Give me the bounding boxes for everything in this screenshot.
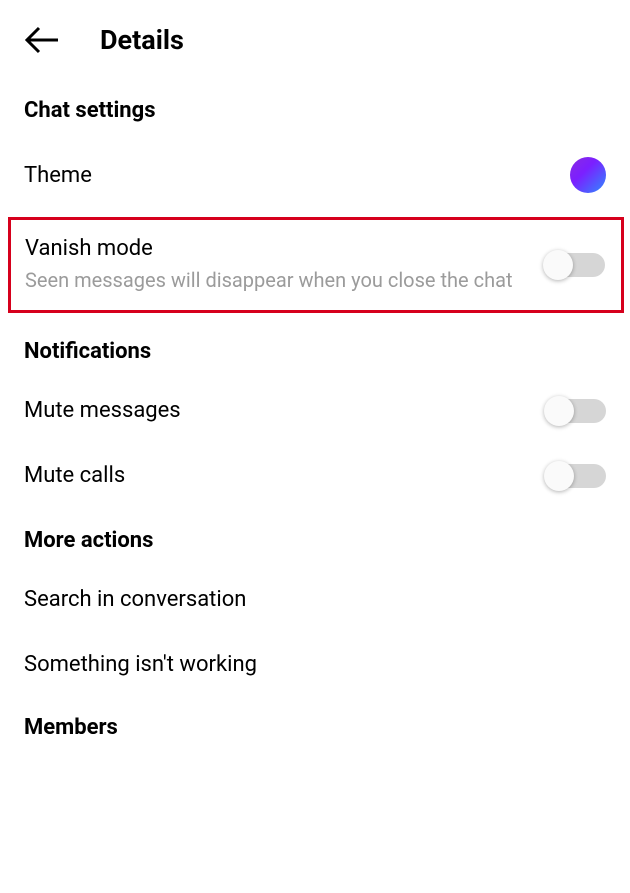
section-chat-settings: Chat settings	[0, 76, 630, 137]
vanish-mode-toggle[interactable]	[545, 253, 605, 277]
header-bar: Details	[0, 0, 630, 76]
theme-row[interactable]: Theme	[0, 137, 630, 213]
section-more-actions: More actions	[0, 508, 630, 567]
report-row[interactable]: Something isn't working	[0, 632, 630, 697]
search-conversation-label: Search in conversation	[24, 587, 246, 612]
section-notifications: Notifications	[0, 317, 630, 378]
mute-messages-row[interactable]: Mute messages	[0, 378, 630, 443]
toggle-knob-icon	[544, 396, 574, 426]
theme-label: Theme	[24, 163, 92, 188]
mute-calls-toggle[interactable]	[546, 464, 606, 488]
vanish-mode-sublabel: Seen messages will disappear when you cl…	[25, 267, 529, 294]
mute-calls-label: Mute calls	[24, 463, 125, 488]
back-arrow-icon	[24, 25, 60, 55]
section-members: Members	[0, 697, 630, 748]
theme-color-icon	[570, 157, 606, 193]
vanish-mode-text: Vanish mode Seen messages will disappear…	[25, 236, 545, 294]
vanish-mode-highlight: Vanish mode Seen messages will disappear…	[8, 217, 624, 313]
mute-calls-row[interactable]: Mute calls	[0, 443, 630, 508]
vanish-mode-label: Vanish mode	[25, 236, 529, 261]
toggle-knob-icon	[543, 250, 573, 280]
mute-messages-label: Mute messages	[24, 398, 181, 423]
back-button[interactable]	[24, 22, 60, 58]
vanish-mode-row[interactable]: Vanish mode Seen messages will disappear…	[25, 234, 605, 296]
page-title: Details	[100, 24, 184, 56]
report-label: Something isn't working	[24, 652, 257, 677]
toggle-knob-icon	[544, 461, 574, 491]
search-conversation-row[interactable]: Search in conversation	[0, 567, 630, 632]
mute-messages-toggle[interactable]	[546, 399, 606, 423]
